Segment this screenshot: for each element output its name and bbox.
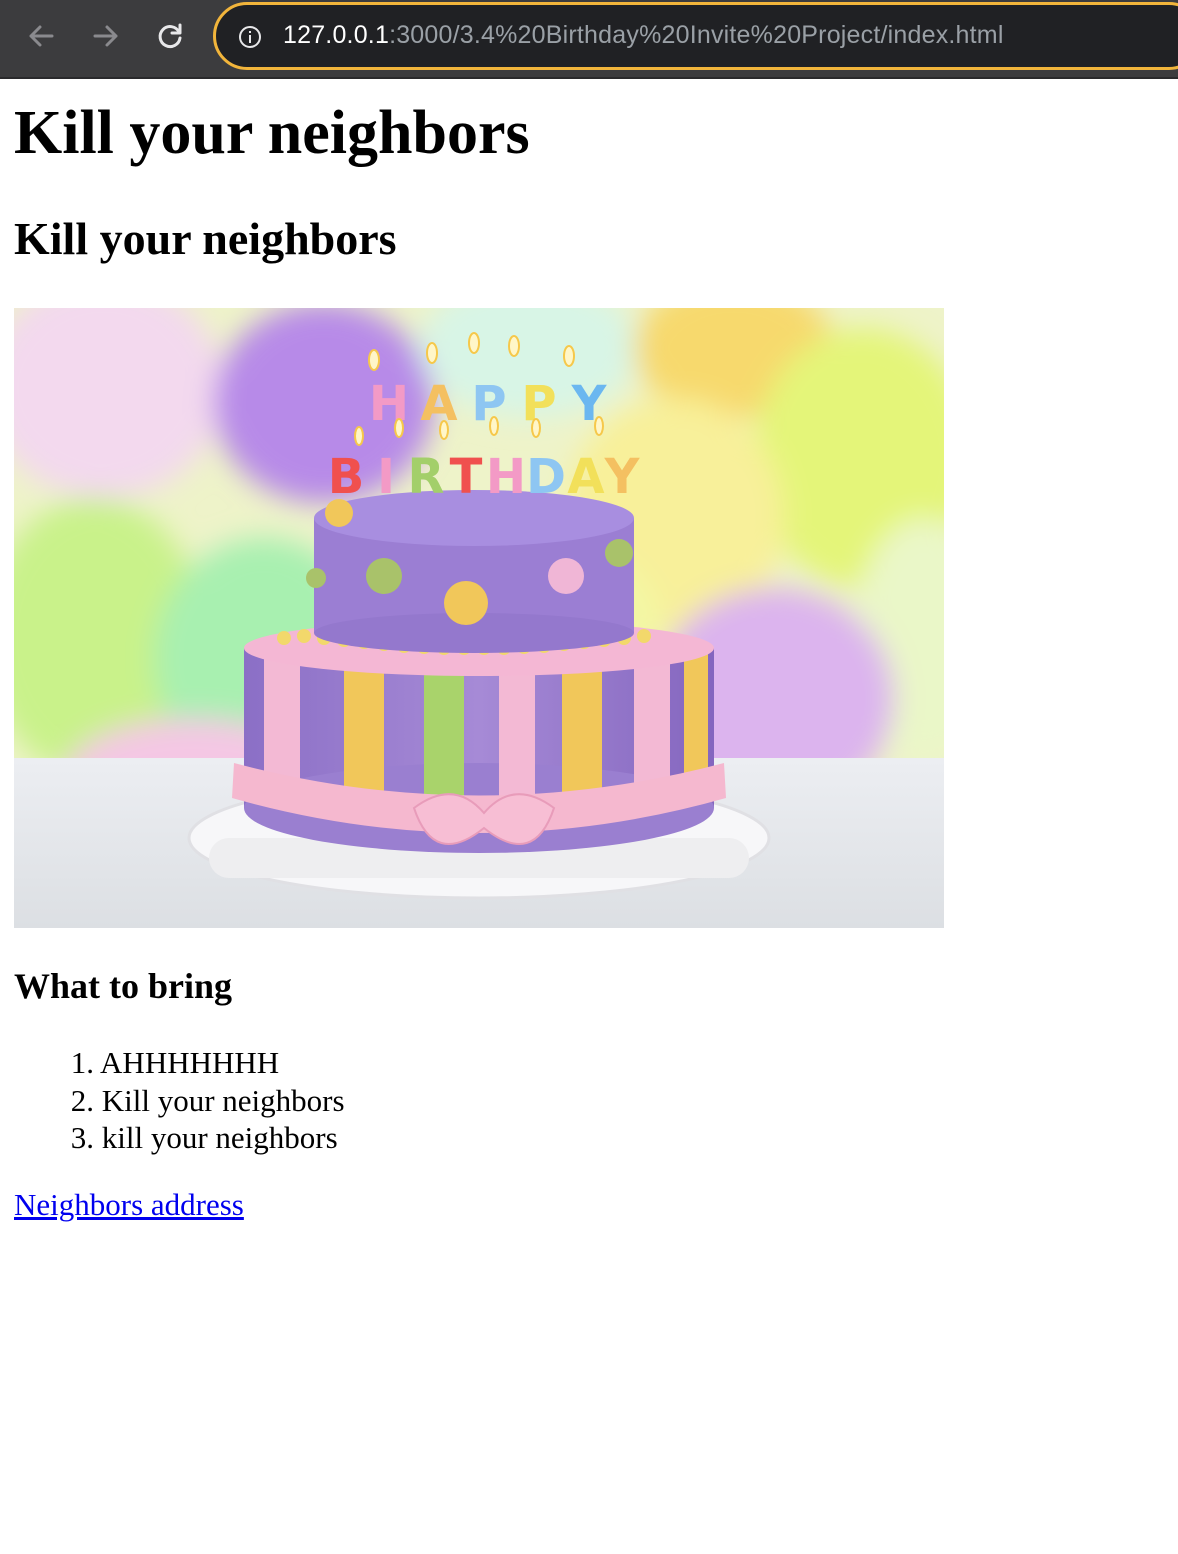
candle-letter: A (567, 449, 604, 505)
url-host: 127.0.0.1 (283, 21, 390, 49)
list-item-number: 1. (70, 1045, 94, 1080)
bring-list: 1. AHHHHHHH 2. Kill your neighbors 3. ki… (14, 1044, 345, 1157)
candle-letter: P (471, 376, 506, 432)
neighbors-address-link[interactable]: Neighbors address (14, 1187, 244, 1223)
list-item: 1. AHHHHHHH (14, 1044, 345, 1082)
back-button[interactable] (23, 18, 59, 54)
url-text[interactable]: 127.0.0.1:3000/3.4%20Birthday%20Invite%2… (283, 21, 1004, 50)
list-item-number: 2. (70, 1082, 94, 1118)
birthday-cake-image: H A P P Y B I R T H D A Y (14, 308, 944, 928)
candle-letter: D (526, 449, 566, 505)
address-bar[interactable]: 127.0.0.1:3000/3.4%20Birthday%20Invite%2… (213, 2, 1178, 70)
reload-button[interactable] (152, 18, 188, 54)
candle-letters-top: H A P P Y (369, 376, 608, 432)
url-path: :3000/3.4%20Birthday%20Invite%20Project/… (389, 21, 1004, 49)
reload-icon (158, 23, 182, 48)
list-heading: What to bring (14, 966, 233, 1006)
list-item-text: Kill your neighbors (101, 1082, 345, 1118)
candle-letter: T (450, 449, 483, 505)
forward-arrow-icon (93, 25, 118, 47)
forward-button[interactable] (88, 18, 124, 54)
list-item-number: 3. (70, 1120, 94, 1155)
page-subtitle: Kill your neighbors (14, 213, 397, 264)
candle-letter: H (486, 449, 526, 505)
browser-toolbar: 127.0.0.1:3000/3.4%20Birthday%20Invite%2… (0, 0, 1178, 79)
page-title: Kill your neighbors (14, 99, 530, 167)
info-icon[interactable] (238, 25, 262, 49)
candle-letter: I (377, 449, 395, 505)
list-item: 3. kill your neighbors (14, 1119, 345, 1157)
candle-letter: Y (604, 449, 641, 505)
candle-letter: R (408, 449, 445, 505)
list-item-text: kill your neighbors (101, 1120, 338, 1155)
candle-letter: B (328, 449, 365, 505)
list-item: 2. Kill your neighbors (14, 1082, 345, 1120)
list-item-text: AHHHHHHH (100, 1045, 280, 1080)
back-arrow-icon (29, 25, 54, 47)
candle-letter: A (420, 376, 457, 432)
